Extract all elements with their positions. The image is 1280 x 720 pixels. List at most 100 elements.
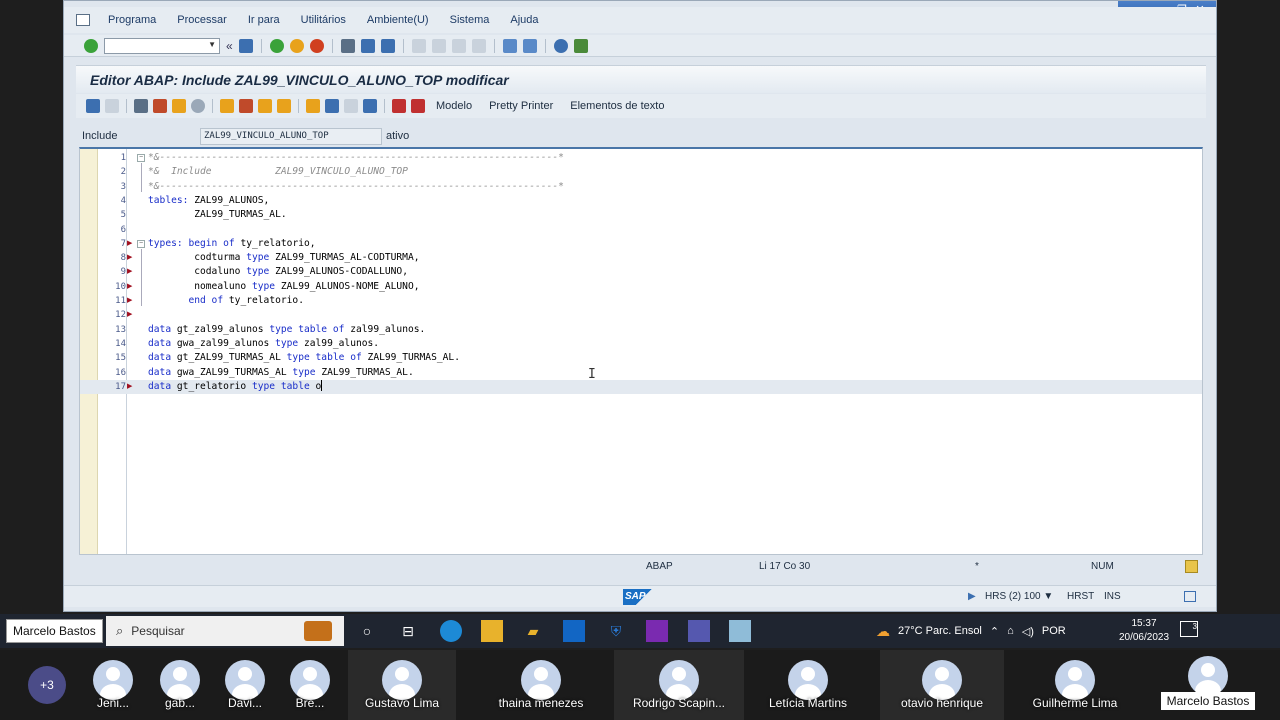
participant-tile[interactable]: Rodrigo Scapin... — [614, 650, 744, 720]
back-arrow-icon[interactable] — [86, 99, 100, 113]
onenote-icon[interactable] — [646, 620, 668, 642]
code-text[interactable]: data gwa_ZAL99_TURMAS_AL type ZAL99_TURM… — [148, 366, 414, 380]
network-icon[interactable]: ⌂ — [1007, 625, 1014, 637]
notifications-icon[interactable]: 3 — [1180, 621, 1198, 637]
participant-tile[interactable]: gab... — [155, 650, 205, 720]
code-line[interactable]: 14 data gwa_zal99_alunos type zal99_aluno… — [80, 337, 1202, 351]
chevron-up-icon[interactable]: ⌃ — [990, 625, 999, 638]
edit-icon[interactable] — [239, 99, 253, 113]
object-list-icon[interactable] — [258, 99, 272, 113]
back-icon[interactable] — [269, 38, 284, 53]
navigation-icon[interactable] — [277, 99, 291, 113]
file-explorer-icon[interactable] — [481, 620, 503, 642]
code-line[interactable]: 7 ▶ − types: begin of ty_relatorio, — [80, 237, 1202, 251]
hierarchy-icon[interactable] — [306, 99, 320, 113]
find-next-icon[interactable] — [380, 38, 395, 53]
exit-icon[interactable] — [289, 38, 304, 53]
where-used-icon[interactable] — [220, 99, 234, 113]
menu-processar[interactable]: Processar — [167, 14, 238, 26]
enter-check-icon[interactable] — [84, 38, 98, 53]
code-line[interactable]: 13 data gt_zal99_alunos type table of zal… — [80, 323, 1202, 337]
participant-tile[interactable]: Guilherme Lima — [1014, 650, 1136, 720]
menu-utilitarios[interactable]: Utilitários — [291, 14, 357, 26]
system-info[interactable]: HRS (2) 100 ▼ — [985, 591, 1053, 602]
code-text[interactable]: *&--------------------------------------… — [148, 151, 564, 165]
info-icon[interactable] — [363, 99, 377, 113]
code-line[interactable]: 10 ▶ nomealuno type ZAL99_ALUNOS-NOME_ALU… — [80, 280, 1202, 294]
weather-text[interactable]: 27°C Parc. Ensol — [898, 625, 982, 637]
menu-ambiente[interactable]: Ambiente(U) — [357, 14, 440, 26]
code-editor[interactable]: 1− *&------------------------------------… — [79, 147, 1203, 555]
settings-icon[interactable] — [1185, 559, 1198, 573]
code-text[interactable]: types: begin of ty_relatorio, — [148, 237, 316, 251]
participant-tile[interactable]: thaina menezes — [480, 650, 602, 720]
shortcut-icon[interactable] — [522, 38, 537, 53]
code-text[interactable]: codaluno type ZAL99_ALUNOS-CODALLUNO, — [148, 265, 408, 279]
more-participants-badge[interactable]: +3 — [28, 666, 66, 704]
participant-tile[interactable]: otavio henrique — [880, 650, 1004, 720]
fold-toggle-icon[interactable]: − — [137, 239, 145, 248]
code-line[interactable]: 2 *& Include ZAL99_VINCULO_ALUNO_TOP — [80, 165, 1202, 179]
help-icon[interactable] — [553, 38, 568, 53]
code-line[interactable]: 8 ▶ codturma type ZAL99_TURMAS_AL-CODTURM… — [80, 251, 1202, 265]
code-text[interactable]: ZAL99_TURMAS_AL. — [148, 208, 286, 222]
clock[interactable]: 15:37 20/06/2023 — [1114, 617, 1174, 645]
code-line[interactable]: 12 ▶ — [80, 308, 1202, 322]
breakpoint-icon[interactable] — [392, 99, 406, 113]
fold-toggle-icon[interactable]: − — [137, 154, 145, 162]
last-page-icon[interactable] — [471, 38, 486, 53]
sap-logon-icon[interactable]: ▰ — [522, 620, 544, 642]
outlook-icon[interactable] — [563, 620, 585, 642]
menu-sistema[interactable]: Sistema — [440, 14, 501, 26]
code-line[interactable]: 9 ▶ codaluno type ZAL99_ALUNOS-CODALLUNO, — [80, 265, 1202, 279]
fullscreen-icon[interactable] — [344, 99, 358, 113]
check-icon[interactable] — [172, 99, 186, 113]
modelo-button[interactable]: Modelo — [430, 100, 478, 112]
menu-programa[interactable]: Programa — [98, 14, 167, 26]
lock-icon[interactable] — [1184, 591, 1196, 602]
forward-arrow-icon[interactable] — [105, 99, 119, 113]
layout-menu-icon[interactable] — [573, 38, 588, 53]
security-icon[interactable]: ⛨ — [605, 620, 627, 642]
code-line[interactable]: 15 data gt_ZAL99_TURMAS_AL type table of … — [80, 351, 1202, 365]
collapse-icon[interactable]: « — [226, 39, 233, 53]
teams-icon[interactable] — [688, 620, 710, 642]
other-object-icon[interactable] — [153, 99, 167, 113]
code-text[interactable]: data gt_relatorio type table o — [148, 379, 323, 394]
edge-icon[interactable] — [440, 620, 462, 642]
pretty-printer-button[interactable]: Pretty Printer — [483, 100, 559, 112]
language-indicator[interactable]: POR — [1042, 625, 1066, 637]
participant-tile[interactable]: Gustavo Lima — [348, 650, 456, 720]
participant-tile[interactable]: Letícia Martins — [748, 650, 868, 720]
code-text[interactable]: data gt_ZAL99_TURMAS_AL type table of ZA… — [148, 351, 460, 365]
participant-tile[interactable]: Jeni... — [88, 650, 138, 720]
code-line[interactable]: 17 ▶ data gt_relatorio type table o — [80, 379, 1202, 395]
code-text[interactable]: data gwa_zal99_alunos type zal99_alunos. — [148, 337, 379, 351]
code-line[interactable]: 5 ZAL99_TURMAS_AL. — [80, 208, 1202, 222]
taskbar-search[interactable]: ⌕ Pesquisar — [106, 616, 344, 646]
code-text[interactable]: end of ty_relatorio. — [148, 294, 304, 308]
participant-tile[interactable]: Davi... — [220, 650, 270, 720]
prev-page-icon[interactable] — [431, 38, 446, 53]
first-page-icon[interactable] — [411, 38, 426, 53]
code-line[interactable]: 16 data gwa_ZAL99_TURMAS_AL type ZAL99_TU… — [80, 366, 1202, 380]
menu-icon[interactable] — [76, 14, 90, 26]
cortana-icon[interactable]: ○ — [356, 620, 378, 642]
menu-ir-para[interactable]: Ir para — [238, 14, 291, 26]
code-line[interactable]: 3 *&-------------------------------------… — [80, 180, 1202, 194]
volume-icon[interactable]: ◁) — [1022, 625, 1034, 638]
cancel-icon[interactable] — [309, 38, 324, 53]
test-icon[interactable] — [325, 99, 339, 113]
code-text[interactable]: tables: ZAL99_ALUNOS, — [148, 194, 269, 208]
command-field[interactable] — [104, 37, 220, 54]
code-line[interactable]: 11 ▶ end of ty_relatorio. — [80, 294, 1202, 308]
participant-tile[interactable]: Marcelo Bastos — [1148, 650, 1268, 720]
print-icon[interactable] — [340, 38, 355, 53]
play-icon[interactable]: ▶ — [968, 591, 976, 602]
activate-icon[interactable] — [191, 99, 205, 113]
new-session-icon[interactable] — [502, 38, 517, 53]
code-line[interactable]: 4 tables: ZAL99_ALUNOS, — [80, 194, 1202, 208]
code-text[interactable]: data gt_zal99_alunos type table of zal99… — [148, 323, 425, 337]
external-breakpoint-icon[interactable] — [411, 99, 425, 113]
code-line[interactable]: 1 − *&------------------------------------… — [80, 151, 1202, 165]
